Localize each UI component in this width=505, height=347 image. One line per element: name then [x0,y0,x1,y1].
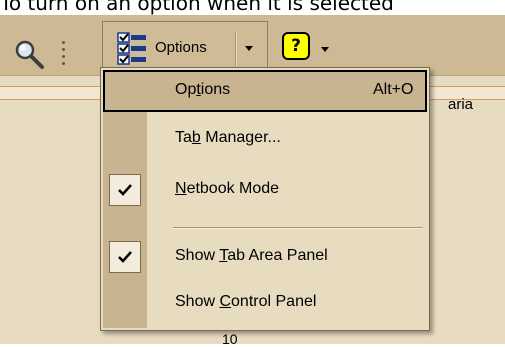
menu-item-netbook-mode[interactable]: Netbook Mode [103,169,427,211]
options-dropdown-menu: Options Alt+O Tab Manager... Netbook Mod… [100,67,430,331]
options-button-label: Options [155,39,207,56]
menu-separator [173,227,423,229]
menu-item-shortcut: Alt+O [373,81,414,98]
menu-item-options[interactable]: Options Alt+O [103,70,427,112]
background-text-bottom: 10 [222,331,238,347]
options-list-icon [117,32,146,65]
split-divider [236,32,237,66]
search-icon[interactable] [12,37,46,71]
check-icon [118,251,132,263]
instruction-caption: To turn on an option when it is selected [0,0,505,15]
background-text: aria [448,96,474,113]
help-icon[interactable]: ? [282,32,310,60]
menu-item-label: Options [175,81,231,98]
menu-item-tab-manager[interactable]: Tab Manager... [103,118,427,160]
menu-item-label: Show Control Panel [175,293,317,310]
chevron-down-icon[interactable] [245,46,253,51]
checked-indicator [109,241,141,273]
toolbar-separator [62,41,66,67]
checked-indicator [109,174,141,206]
check-icon [118,184,132,196]
menu-item-show-tab-area-panel[interactable]: Show Tab Area Panel [103,236,427,278]
help-chevron-down-icon[interactable] [321,47,329,52]
menu-item-show-control-panel[interactable]: Show Control Panel [103,282,427,324]
menu-item-label: Netbook Mode [175,180,280,197]
menu-item-label: Show Tab Area Panel [175,247,328,264]
menu-item-label: Tab Manager... [175,129,281,146]
